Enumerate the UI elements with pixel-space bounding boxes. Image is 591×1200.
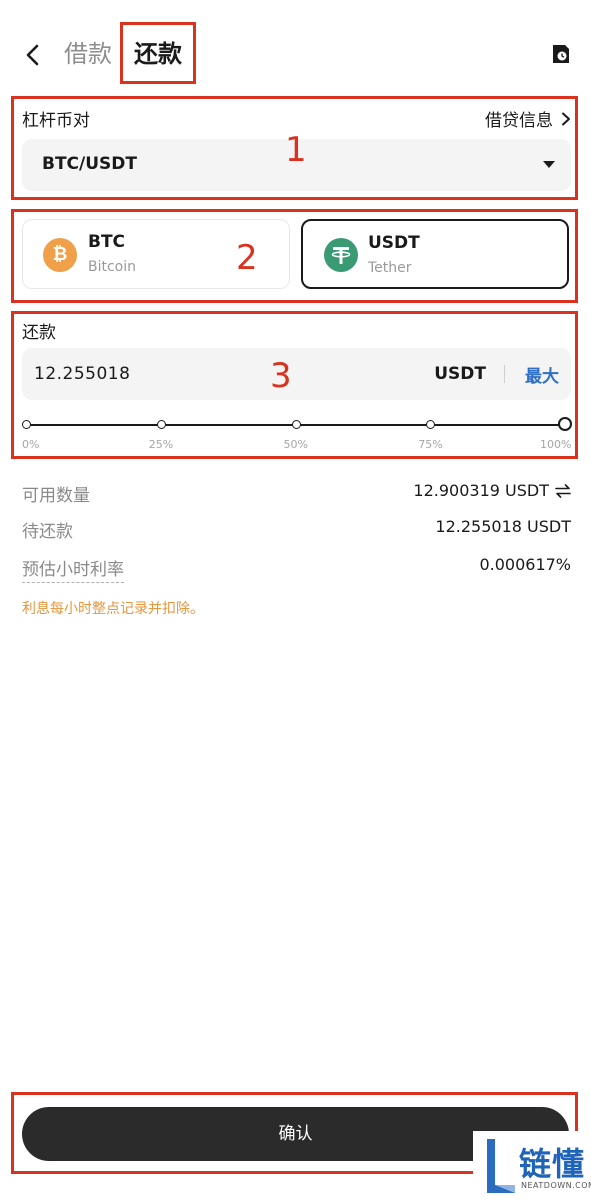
chevron-right-icon	[562, 112, 570, 125]
slider-mark-label: 75%	[418, 438, 443, 451]
loan-info-link[interactable]: 借贷信息	[485, 106, 571, 131]
amount-unit: USDT	[434, 364, 486, 384]
chevron-left-icon[interactable]	[22, 42, 44, 68]
coin-symbol: USDT	[368, 233, 420, 253]
repay-amount-field[interactable]: 12.255018 USDT 最大	[22, 348, 571, 400]
tab-borrow[interactable]: 借款	[64, 36, 112, 72]
watermark-subtext: NEATDOWN.COM	[521, 1181, 591, 1190]
top-bar: 借款 还款	[0, 0, 591, 100]
history-clock-icon[interactable]	[551, 43, 571, 65]
coin-card-usdt[interactable]: USDT Tether	[301, 219, 569, 289]
rate-label[interactable]: 预估小时利率	[22, 555, 124, 583]
coin-name: Tether	[368, 260, 412, 276]
pending-label: 待还款	[22, 522, 73, 542]
loan-info-label: 借贷信息	[485, 111, 553, 131]
available-value-group: 12.900319 USDT	[413, 481, 571, 500]
available-label: 可用数量	[22, 486, 90, 506]
divider	[504, 365, 505, 383]
repay-label: 还款	[22, 323, 56, 343]
slider-stop[interactable]	[22, 420, 31, 429]
watermark-logo: 链懂 NEATDOWN.COM	[473, 1131, 591, 1200]
bitcoin-icon: ₿	[43, 238, 77, 272]
annotation-number: 1	[285, 130, 307, 170]
pair-select-value: BTC/USDT	[42, 154, 137, 174]
annotation-number: 2	[236, 238, 258, 278]
max-button[interactable]: 最大	[525, 362, 559, 387]
slider-mark-label: 25%	[148, 438, 174, 451]
slider-mark-label: 0%	[22, 438, 40, 451]
watermark-text: 链懂	[519, 1145, 586, 1183]
coin-symbol: BTC	[88, 232, 126, 252]
caret-down-icon	[543, 161, 555, 168]
slider-stop[interactable]	[156, 420, 166, 429]
swap-icon[interactable]	[555, 483, 571, 498]
pending-value: 12.255018 USDT	[435, 517, 571, 536]
interest-notice: 利息每小时整点记录并扣除。	[22, 601, 204, 617]
pair-label: 杠杆币对	[22, 111, 90, 131]
watermark-l-icon	[487, 1139, 515, 1193]
annotation-number: 3	[270, 356, 292, 396]
tether-icon	[324, 238, 358, 272]
available-value: 12.900319 USDT	[413, 481, 549, 500]
slider-stop[interactable]	[426, 420, 436, 429]
slider-mark-label: 50%	[283, 438, 308, 451]
repay-amount-input[interactable]: 12.255018	[34, 364, 130, 384]
rate-value: 0.000617%	[479, 555, 571, 574]
slider-mark-label: 100%	[540, 438, 572, 451]
pending-row: 待还款 12.255018 USDT	[22, 517, 571, 547]
rate-row: 预估小时利率 0.000617%	[22, 555, 571, 585]
tab-repay[interactable]: 还款	[134, 36, 182, 72]
coin-name: Bitcoin	[88, 259, 137, 275]
slider-stop[interactable]	[291, 420, 301, 429]
repay-slider[interactable]: 0% 25% 50% 75% 100%	[22, 414, 572, 454]
slider-thumb[interactable]	[558, 417, 572, 431]
available-row: 可用数量 12.900319 USDT	[22, 481, 571, 511]
